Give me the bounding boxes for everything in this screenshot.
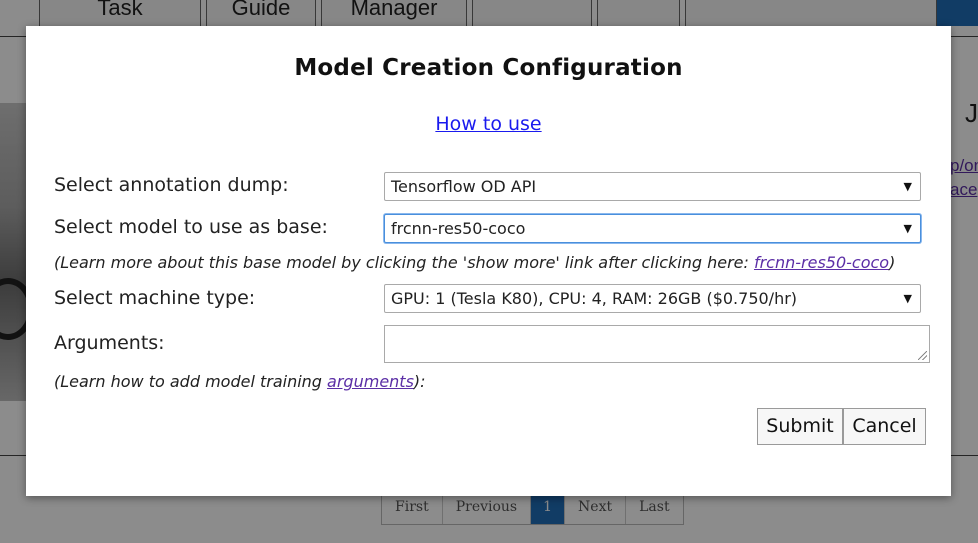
chevron-down-icon: ▼	[903, 292, 912, 305]
base-model-label: Select model to use as base:	[54, 216, 328, 238]
annotation-dump-value: Tensorflow OD API	[391, 177, 537, 196]
note-text: (Learn more about this base model by cli…	[54, 253, 754, 272]
chevron-down-icon: ▼	[903, 222, 912, 235]
arguments-help-link[interactable]: arguments	[327, 372, 414, 391]
how-to-use-link[interactable]: How to use	[26, 113, 951, 135]
cancel-button[interactable]: Cancel	[843, 408, 926, 445]
base-model-info-link[interactable]: frcnn-res50-coco	[754, 253, 889, 272]
base-model-value: frcnn-res50-coco	[391, 219, 526, 238]
base-model-select[interactable]: frcnn-res50-coco ▼	[384, 214, 921, 243]
note-text: ):	[413, 372, 426, 391]
note-text: )	[889, 253, 896, 272]
dialog-title: Model Creation Configuration	[294, 55, 683, 81]
machine-type-label: Select machine type:	[54, 287, 256, 309]
base-model-note: (Learn more about this base model by cli…	[54, 253, 895, 272]
resize-handle-icon[interactable]	[918, 351, 927, 360]
note-text: (Learn how to add model training	[54, 372, 328, 391]
chevron-down-icon: ▼	[903, 180, 912, 193]
annotation-dump-select[interactable]: Tensorflow OD API ▼	[384, 172, 921, 201]
arguments-textarea[interactable]	[384, 325, 930, 363]
arguments-note: (Learn how to add model training argumen…	[54, 372, 426, 391]
arguments-label: Arguments:	[54, 332, 165, 354]
annotation-dump-label: Select annotation dump:	[54, 174, 289, 196]
model-creation-dialog: Model Creation Configuration How to use …	[26, 26, 951, 496]
machine-type-value: GPU: 1 (Tesla K80), CPU: 4, RAM: 26GB ($…	[391, 289, 798, 308]
machine-type-select[interactable]: GPU: 1 (Tesla K80), CPU: 4, RAM: 26GB ($…	[384, 284, 921, 313]
submit-button[interactable]: Submit	[757, 408, 843, 445]
